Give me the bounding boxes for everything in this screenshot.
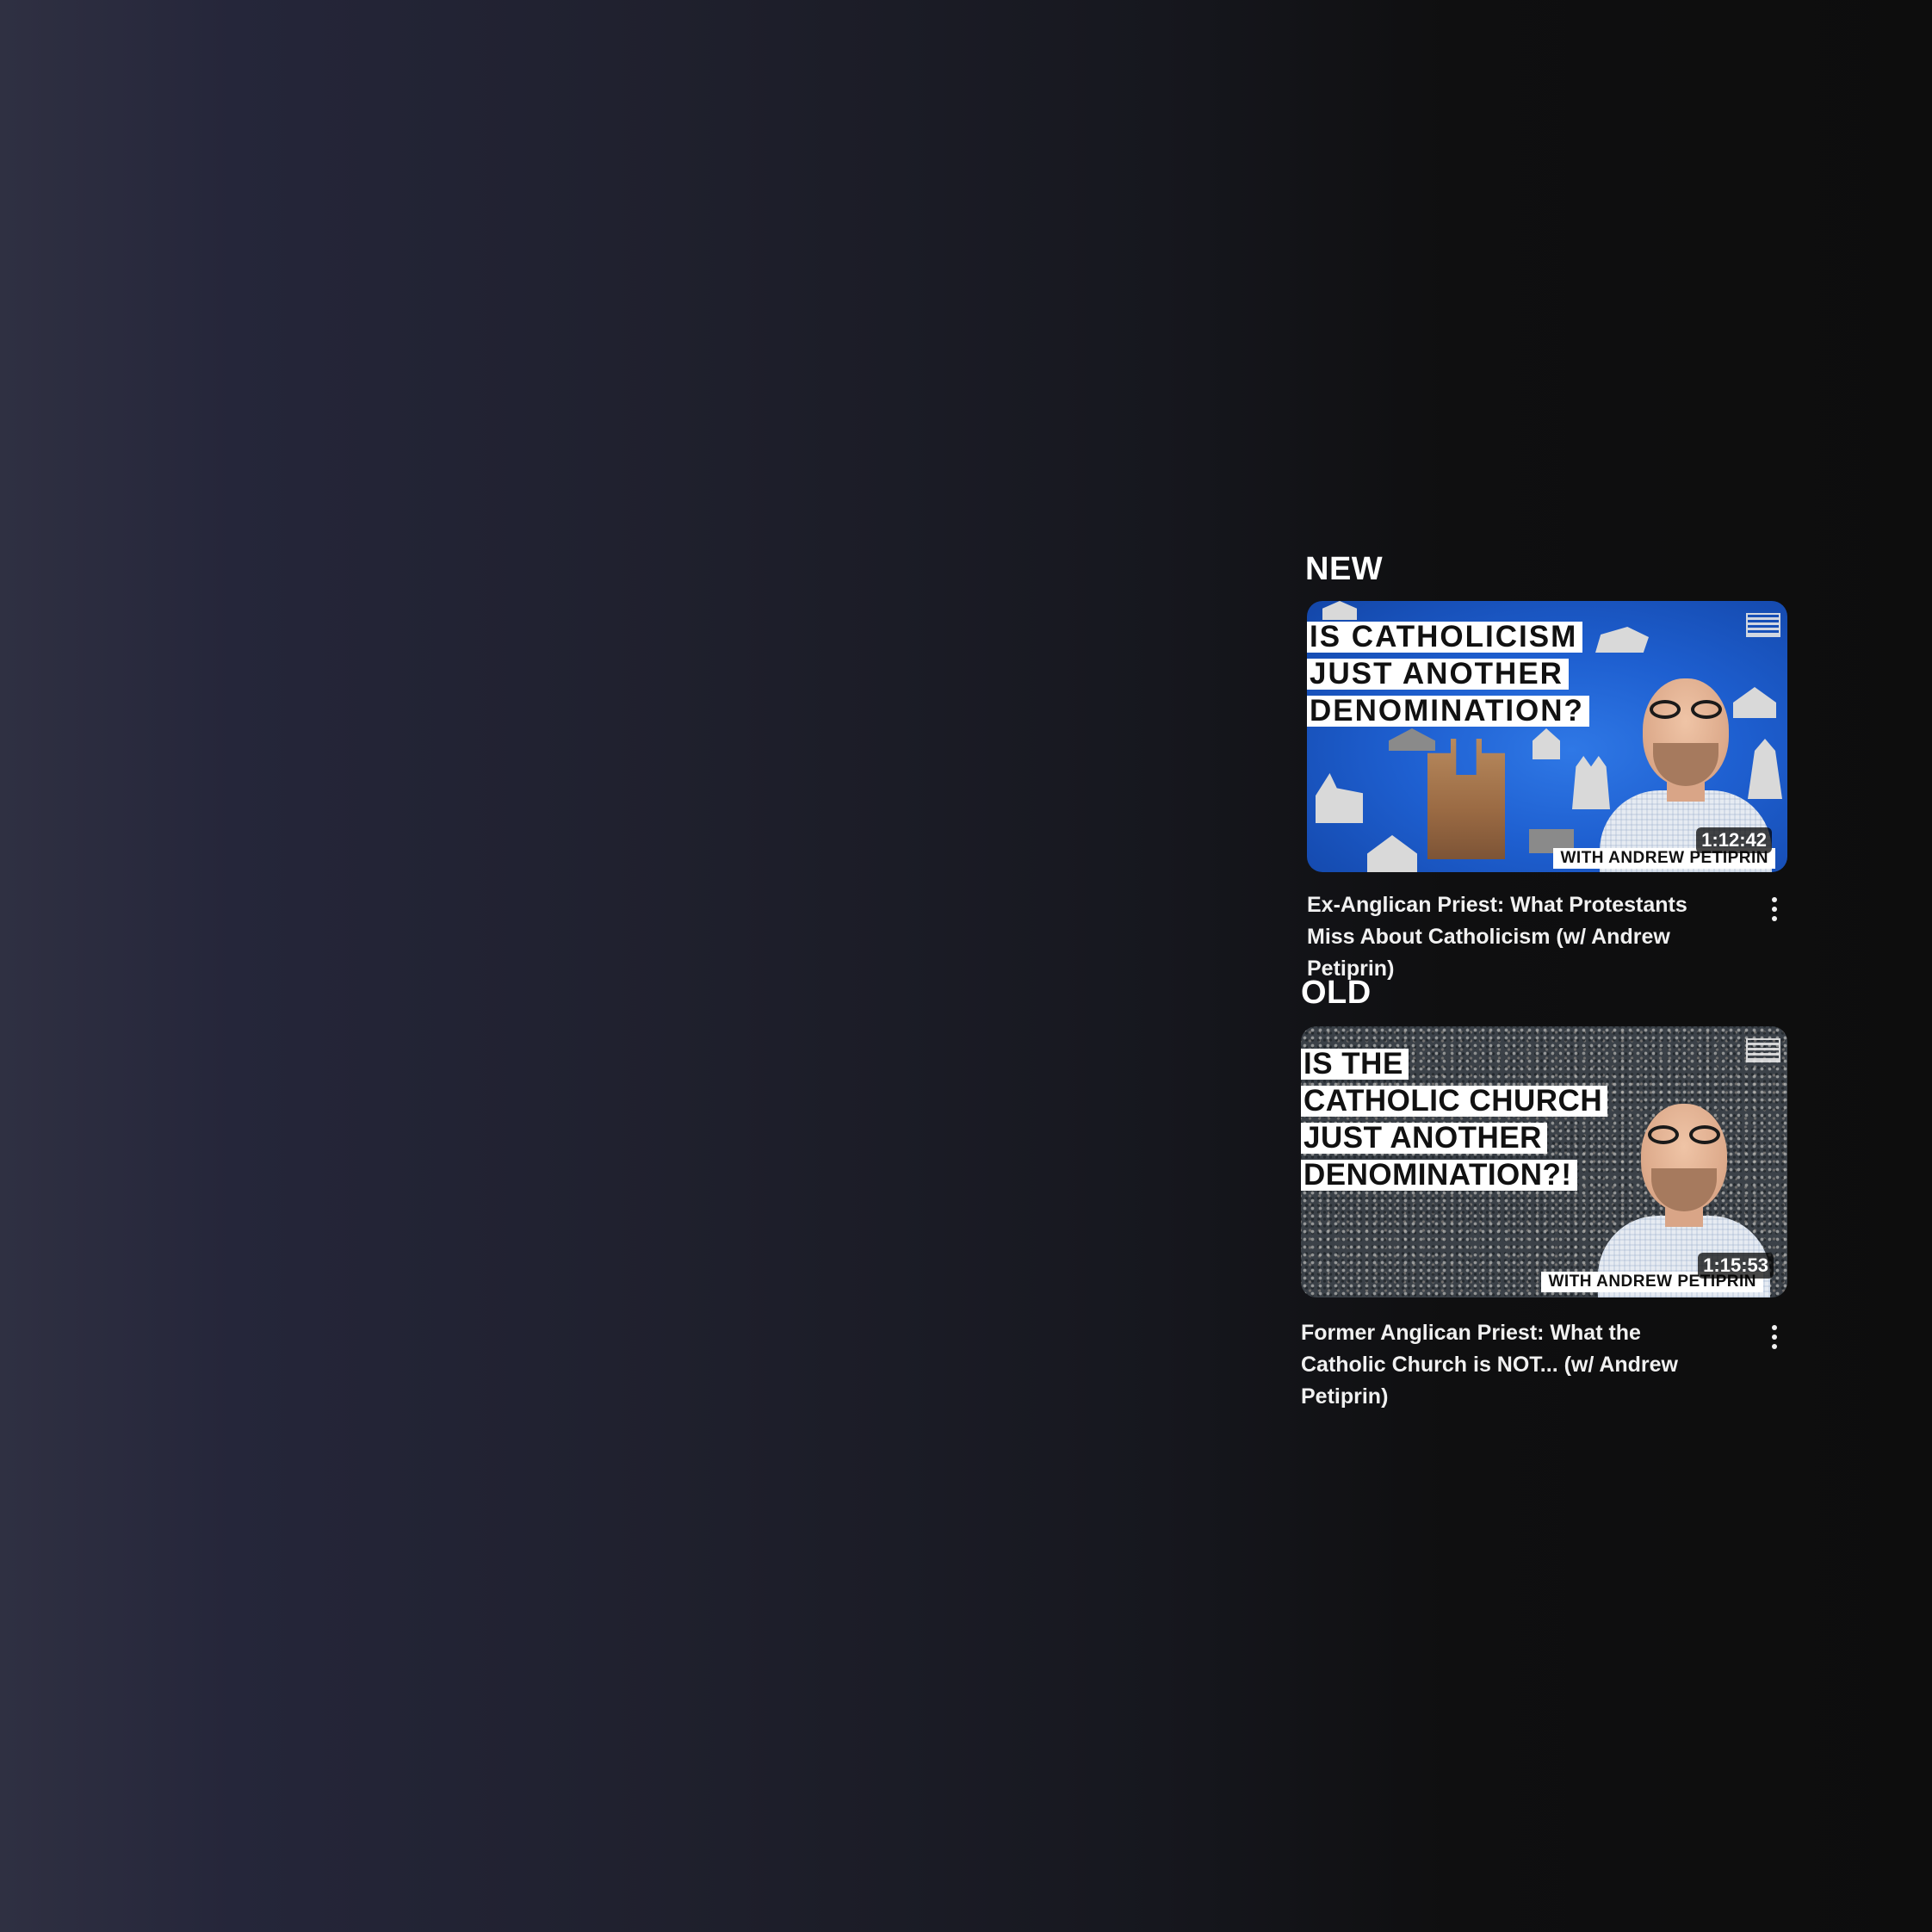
church-icon (1316, 773, 1363, 823)
video-title[interactable]: Ex-Anglican Priest: What Protestants Mis… (1307, 889, 1737, 985)
channel-logo-icon (1746, 1038, 1780, 1062)
church-icon (1367, 835, 1417, 872)
headline-line: DENOMINATION?! (1301, 1160, 1577, 1191)
church-icon (1322, 601, 1357, 620)
church-icon (1595, 627, 1649, 653)
section-label-old: OLD (1301, 975, 1372, 1011)
more-vert-icon[interactable] (1762, 890, 1787, 928)
thumbnail-headline: IS CATHOLICISM JUST ANOTHER DENOMINATION… (1307, 622, 1589, 727)
headline-line: IS THE (1301, 1049, 1409, 1080)
church-icon (1389, 728, 1435, 751)
headline-line: CATHOLIC CHURCH (1301, 1086, 1608, 1117)
duration-badge: 1:15:53 (1698, 1253, 1774, 1279)
thumbnail-headline: IS THE CATHOLIC CHURCH JUST ANOTHER DENO… (1301, 1049, 1608, 1191)
section-label-new: NEW (1305, 551, 1384, 587)
channel-logo-icon (1746, 613, 1780, 637)
headline-line: JUST ANOTHER (1307, 659, 1569, 690)
headline-line: JUST ANOTHER (1301, 1123, 1547, 1154)
more-vert-icon[interactable] (1762, 1318, 1787, 1356)
cathedral-image (1427, 739, 1505, 859)
church-icon (1533, 728, 1560, 759)
video-title[interactable]: Former Anglican Priest: What the Catholi… (1301, 1317, 1731, 1413)
video-thumbnail-old[interactable]: IS THE CATHOLIC CHURCH JUST ANOTHER DENO… (1301, 1026, 1787, 1297)
video-thumbnail-new[interactable]: IS CATHOLICISM JUST ANOTHER DENOMINATION… (1307, 601, 1787, 872)
headline-line: IS CATHOLICISM (1307, 622, 1583, 653)
duration-badge: 1:12:42 (1696, 827, 1772, 853)
headline-line: DENOMINATION? (1307, 696, 1589, 727)
